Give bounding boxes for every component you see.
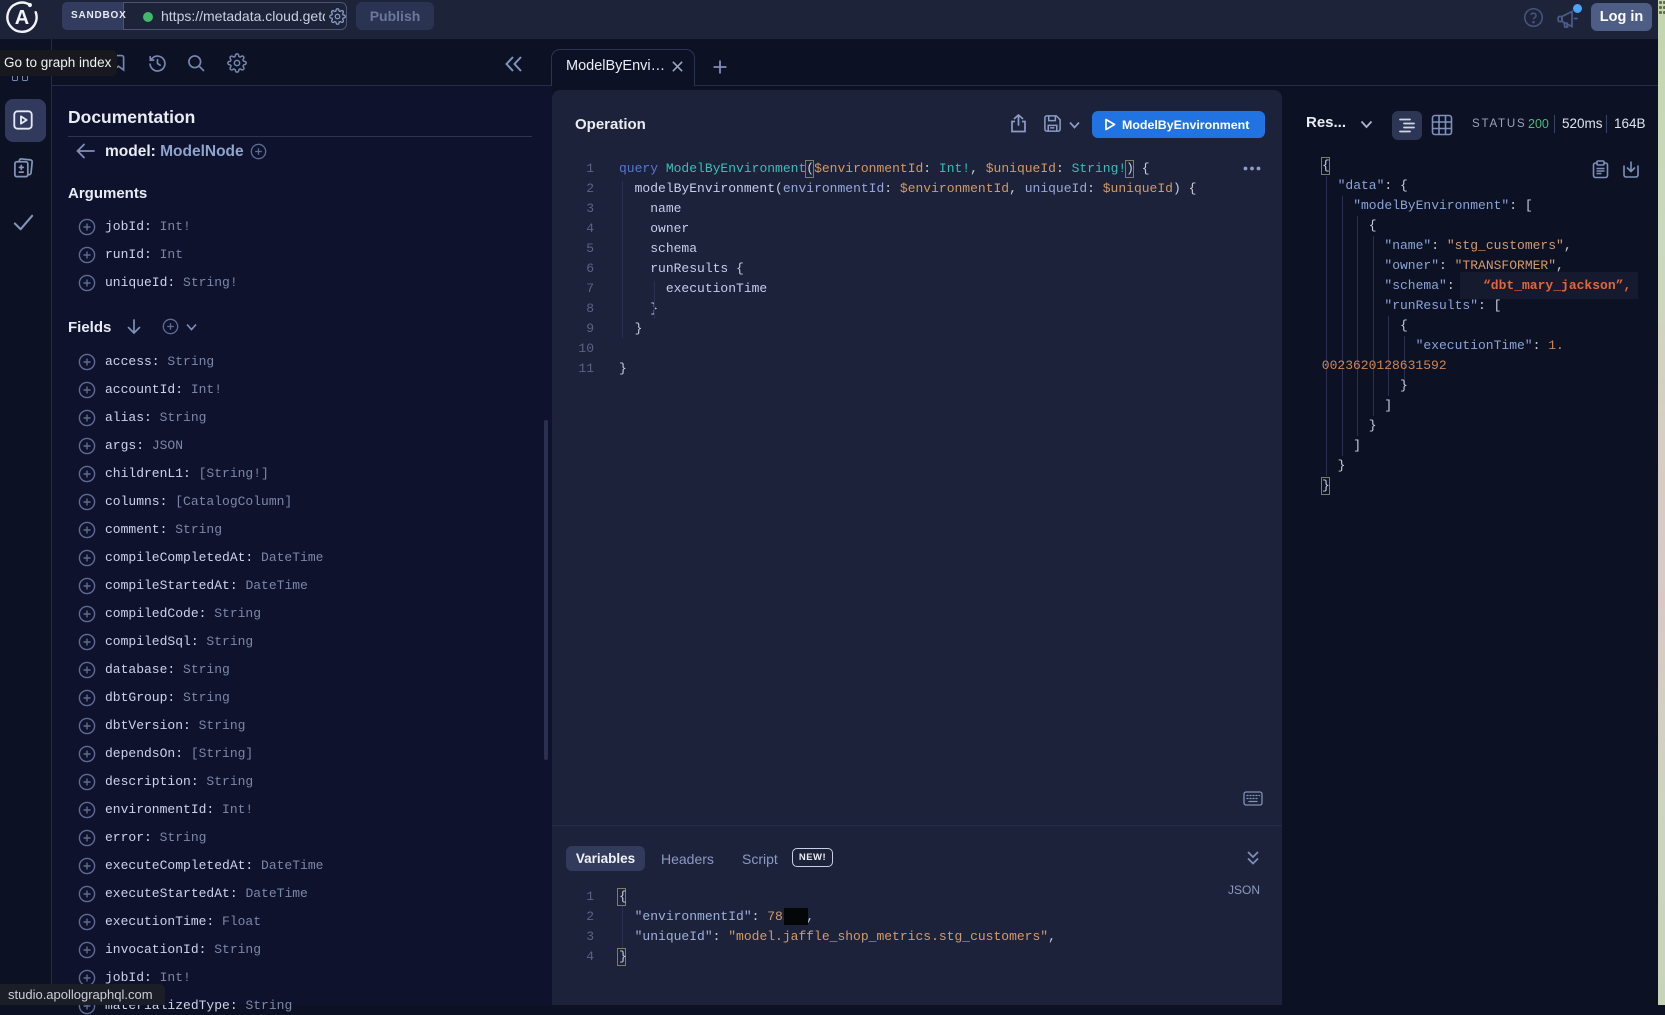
svg-text:A: A: [15, 7, 29, 29]
